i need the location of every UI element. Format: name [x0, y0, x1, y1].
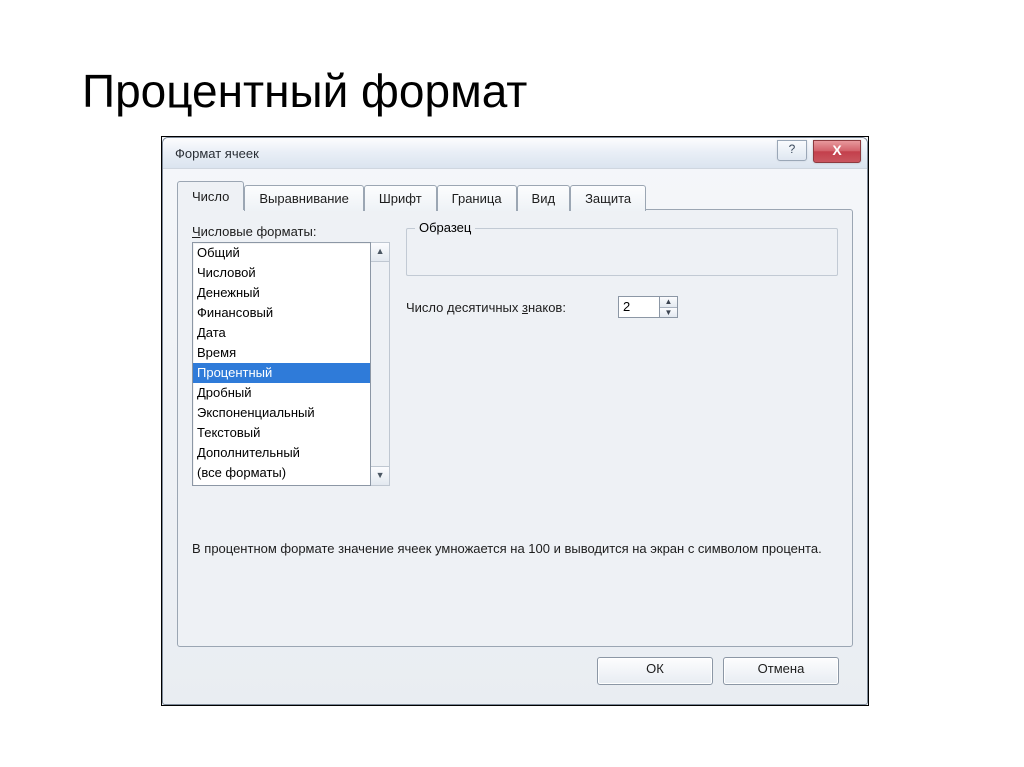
close-button[interactable]: X	[813, 140, 861, 163]
spinner-up-icon[interactable]: ▲	[660, 297, 677, 307]
scroll-up-icon[interactable]: ▲	[371, 243, 389, 262]
list-item[interactable]: Экспоненциальный	[193, 403, 370, 423]
list-item[interactable]: (все форматы)	[193, 463, 370, 483]
decimal-places-spinner[interactable]: 2 ▲ ▼	[618, 296, 678, 318]
decimal-places-row: Число десятичных знаков: 2 ▲ ▼	[406, 296, 838, 318]
format-options-area: Образец Число десятичных знаков: 2 ▲ ▼	[406, 220, 838, 318]
scroll-down-icon[interactable]: ▼	[371, 466, 389, 485]
ok-button[interactable]: ОК	[597, 657, 713, 685]
list-item[interactable]: Дата	[193, 323, 370, 343]
list-item[interactable]: Общий	[193, 243, 370, 263]
slide-title: Процентный формат	[82, 64, 527, 118]
tab-panel-number: Числовые форматы: Общий Числовой Денежны…	[177, 209, 853, 647]
cancel-button[interactable]: Отмена	[723, 657, 839, 685]
tab-alignment[interactable]: Выравнивание	[244, 185, 363, 211]
spinner-down-icon[interactable]: ▼	[660, 307, 677, 318]
dialog-button-row: ОК Отмена	[177, 647, 853, 685]
list-item[interactable]: Время	[193, 343, 370, 363]
number-formats-listbox[interactable]: Общий Числовой Денежный Финансовый Дата …	[192, 242, 371, 486]
list-item[interactable]: Текстовый	[193, 423, 370, 443]
list-item-selected[interactable]: Процентный	[193, 363, 370, 383]
listbox-scrollbar[interactable]: ▲ ▼	[371, 242, 390, 486]
help-button[interactable]: ?	[777, 140, 807, 161]
format-description: В процентном формате значение ячеек умно…	[192, 540, 838, 632]
number-formats-listbox-wrap: Общий Числовой Денежный Финансовый Дата …	[192, 242, 390, 486]
decimal-places-label: Число десятичных знаков:	[406, 300, 566, 315]
titlebar: Формат ячеек ? X	[163, 138, 867, 169]
dialog-window: Формат ячеек ? X Число Выравнивание Шриф…	[161, 136, 869, 706]
spinner-arrows: ▲ ▼	[660, 296, 678, 318]
tab-protection[interactable]: Защита	[570, 185, 646, 211]
sample-groupbox: Образец	[406, 228, 838, 276]
list-item[interactable]: Дробный	[193, 383, 370, 403]
dialog-body: Число Выравнивание Шрифт Граница Вид Защ…	[163, 169, 867, 695]
decimal-places-input[interactable]: 2	[618, 296, 660, 318]
window-controls: ? X	[777, 138, 861, 163]
tab-number[interactable]: Число	[177, 181, 244, 210]
dialog-frame: Формат ячеек ? X Число Выравнивание Шриф…	[162, 137, 868, 705]
list-item[interactable]: Числовой	[193, 263, 370, 283]
sample-groupbox-title: Образец	[415, 220, 475, 235]
dialog-title: Формат ячеек	[175, 146, 259, 161]
decimal-label-post: наков:	[528, 300, 566, 315]
tab-font[interactable]: Шрифт	[364, 185, 437, 211]
list-item[interactable]: Финансовый	[193, 303, 370, 323]
decimal-label-pre: Число десятичных	[406, 300, 522, 315]
tab-strip: Число Выравнивание Шрифт Граница Вид Защ…	[177, 181, 853, 209]
tab-border[interactable]: Граница	[437, 185, 517, 211]
tab-view[interactable]: Вид	[517, 185, 571, 211]
list-item[interactable]: Дополнительный	[193, 443, 370, 463]
list-item[interactable]: Денежный	[193, 283, 370, 303]
